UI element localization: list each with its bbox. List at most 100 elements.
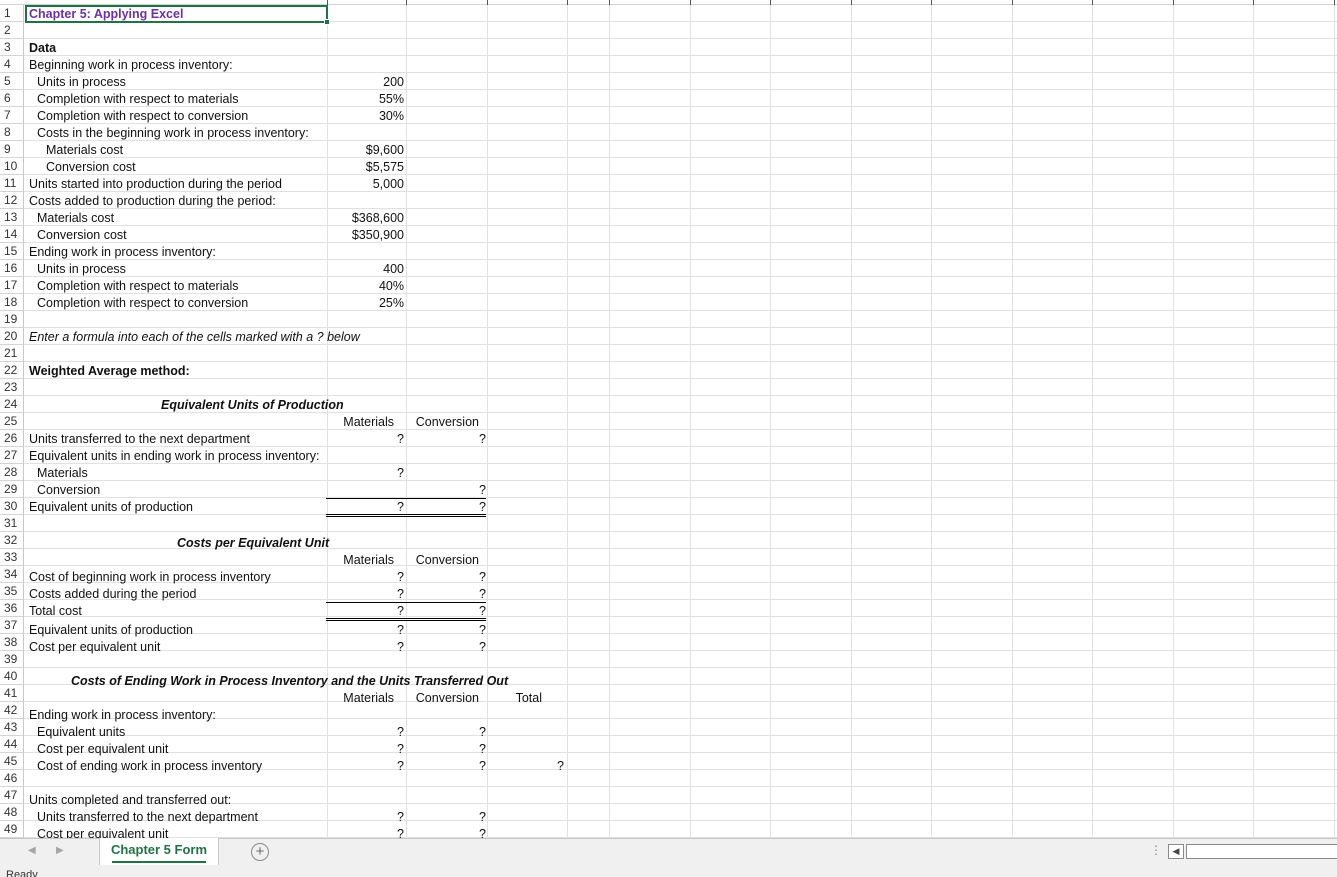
added-mat-value[interactable]: $368,600 (326, 210, 404, 227)
ce-eq-units-conv[interactable]: ? (404, 724, 486, 741)
row-header[interactable]: 24 (0, 396, 24, 413)
row-header[interactable]: 18 (0, 294, 24, 311)
cpu-added-label[interactable]: Costs added during the period (29, 586, 196, 603)
row-header[interactable]: 25 (0, 413, 24, 430)
beg-conv-label[interactable]: Completion with respect to conversion (37, 108, 248, 125)
ce-cpu-conv[interactable]: ? (404, 741, 486, 758)
row-header[interactable]: 34 (0, 566, 24, 583)
eq-ending-label[interactable]: Equivalent units in ending work in proce… (29, 448, 319, 465)
cpu-cpu-conv[interactable]: ? (404, 639, 486, 656)
end-mat-value[interactable]: 40% (326, 278, 404, 295)
units-started-label[interactable]: Units started into production during the… (29, 176, 282, 193)
hscroll-left-arrow-icon[interactable]: ◀ (1168, 844, 1184, 859)
end-conv-value[interactable]: 25% (326, 295, 404, 312)
row-header[interactable]: 21 (0, 345, 24, 362)
cpu-added-conv[interactable]: ? (404, 586, 486, 603)
row-header[interactable]: 37 (0, 617, 24, 634)
row-header[interactable]: 42 (0, 702, 24, 719)
tab-scroll-right-icon[interactable]: ▶ (56, 845, 64, 856)
row-header[interactable]: 41 (0, 685, 24, 702)
beg-mat-cost-value[interactable]: $9,600 (326, 142, 404, 159)
ce-cpu2-conv[interactable]: ? (404, 826, 486, 838)
cpu-col-materials[interactable]: Materials (326, 552, 394, 569)
cpu-cpu-mat[interactable]: ? (326, 639, 404, 656)
ce-cost-conv[interactable]: ? (404, 758, 486, 775)
row-header[interactable]: 17 (0, 277, 24, 294)
row-header[interactable]: 46 (0, 770, 24, 787)
added-conv-label[interactable]: Conversion cost (37, 227, 127, 244)
cpu-heading[interactable]: Costs per Equivalent Unit (177, 535, 329, 552)
cpu-eq-conv[interactable]: ? (404, 622, 486, 639)
eq-conversion-value[interactable]: ? (404, 482, 486, 499)
ce-transferred-conv[interactable]: ? (404, 809, 486, 826)
row-header[interactable]: 2 (0, 22, 24, 39)
ce-col-conversion[interactable]: Conversion (404, 690, 479, 707)
cpu-eq-mat[interactable]: ? (326, 622, 404, 639)
row-header[interactable]: 10 (0, 158, 24, 175)
row-header[interactable]: 15 (0, 243, 24, 260)
costs-added-label[interactable]: Costs added to production during the per… (29, 193, 276, 210)
eq-conversion-label[interactable]: Conversion (37, 482, 100, 499)
beg-costs-label[interactable]: Costs in the beginning work in process i… (37, 125, 309, 142)
split-handle-icon[interactable]: ⋮ (1150, 843, 1162, 857)
ce-col-materials[interactable]: Materials (326, 690, 394, 707)
row-header[interactable]: 3 (0, 39, 24, 56)
eq-units-heading[interactable]: Equivalent Units of Production (161, 397, 344, 414)
beg-units-label[interactable]: Units in process (37, 74, 126, 91)
instruction-cell[interactable]: Enter a formula into each of the cells m… (29, 329, 360, 346)
eq-total-label[interactable]: Equivalent units of production (29, 499, 193, 516)
row-header[interactable]: 49 (0, 821, 24, 838)
ce-cpu2-label[interactable]: Cost per equivalent unit (37, 826, 168, 838)
row-header[interactable]: 26 (0, 430, 24, 447)
row-header[interactable]: 28 (0, 464, 24, 481)
row-header[interactable]: 27 (0, 447, 24, 464)
ce-cpu-mat[interactable]: ? (326, 741, 404, 758)
end-units-value[interactable]: 400 (326, 261, 404, 278)
tab-scroll-left-icon[interactable]: ◀ (28, 845, 36, 856)
row-header[interactable]: 9 (0, 141, 24, 158)
cpu-beginning-mat[interactable]: ? (326, 569, 404, 586)
cpu-beginning-label[interactable]: Cost of beginning work in process invent… (29, 569, 271, 586)
ce-ending-label[interactable]: Ending work in process inventory: (29, 707, 216, 724)
cpu-col-conversion[interactable]: Conversion (404, 552, 479, 569)
end-units-label[interactable]: Units in process (37, 261, 126, 278)
eq-transferred-label[interactable]: Units transferred to the next department (29, 431, 250, 448)
ce-cpu-label[interactable]: Cost per equivalent unit (37, 741, 168, 758)
row-header[interactable]: 20 (0, 328, 24, 345)
ce-transferred-mat[interactable]: ? (326, 809, 404, 826)
row-header[interactable]: 39 (0, 651, 24, 668)
method-label-cell[interactable]: Weighted Average method: (29, 363, 190, 380)
row-header[interactable]: 19 (0, 311, 24, 328)
ce-eq-units-mat[interactable]: ? (326, 724, 404, 741)
beg-conv-value[interactable]: 30% (326, 108, 404, 125)
end-mat-label[interactable]: Completion with respect to materials (37, 278, 238, 295)
beg-conv-cost-label[interactable]: Conversion cost (46, 159, 136, 176)
eq-materials-value[interactable]: ? (326, 465, 404, 482)
ce-cost-mat[interactable]: ? (326, 758, 404, 775)
beg-mat-label[interactable]: Completion with respect to materials (37, 91, 238, 108)
eq-col-conversion[interactable]: Conversion (404, 414, 479, 431)
row-header[interactable]: 1 (0, 5, 24, 22)
cpu-added-mat[interactable]: ? (326, 586, 404, 603)
ce-eq-units-label[interactable]: Equivalent units (37, 724, 125, 741)
eq-transferred-mat[interactable]: ? (326, 431, 404, 448)
cpu-beginning-conv[interactable]: ? (404, 569, 486, 586)
row-header[interactable]: 38 (0, 634, 24, 651)
cpu-cpu-label[interactable]: Cost per equivalent unit (29, 639, 160, 656)
row-header[interactable]: 7 (0, 107, 24, 124)
eq-transferred-conv[interactable]: ? (404, 431, 486, 448)
added-conv-value[interactable]: $350,900 (326, 227, 404, 244)
row-header[interactable]: 29 (0, 481, 24, 498)
ce-cpu2-mat[interactable]: ? (326, 826, 404, 838)
row-header[interactable]: 14 (0, 226, 24, 243)
row-header[interactable]: 8 (0, 124, 24, 141)
row-header[interactable]: 32 (0, 532, 24, 549)
beg-conv-cost-value[interactable]: $5,575 (326, 159, 404, 176)
row-header[interactable]: 47 (0, 787, 24, 804)
row-header[interactable]: 11 (0, 175, 24, 192)
row-header[interactable]: 43 (0, 719, 24, 736)
row-header[interactable]: 44 (0, 736, 24, 753)
row-header[interactable]: 30 (0, 498, 24, 515)
data-label-cell[interactable]: Data (29, 40, 56, 57)
row-header[interactable]: 35 (0, 583, 24, 600)
